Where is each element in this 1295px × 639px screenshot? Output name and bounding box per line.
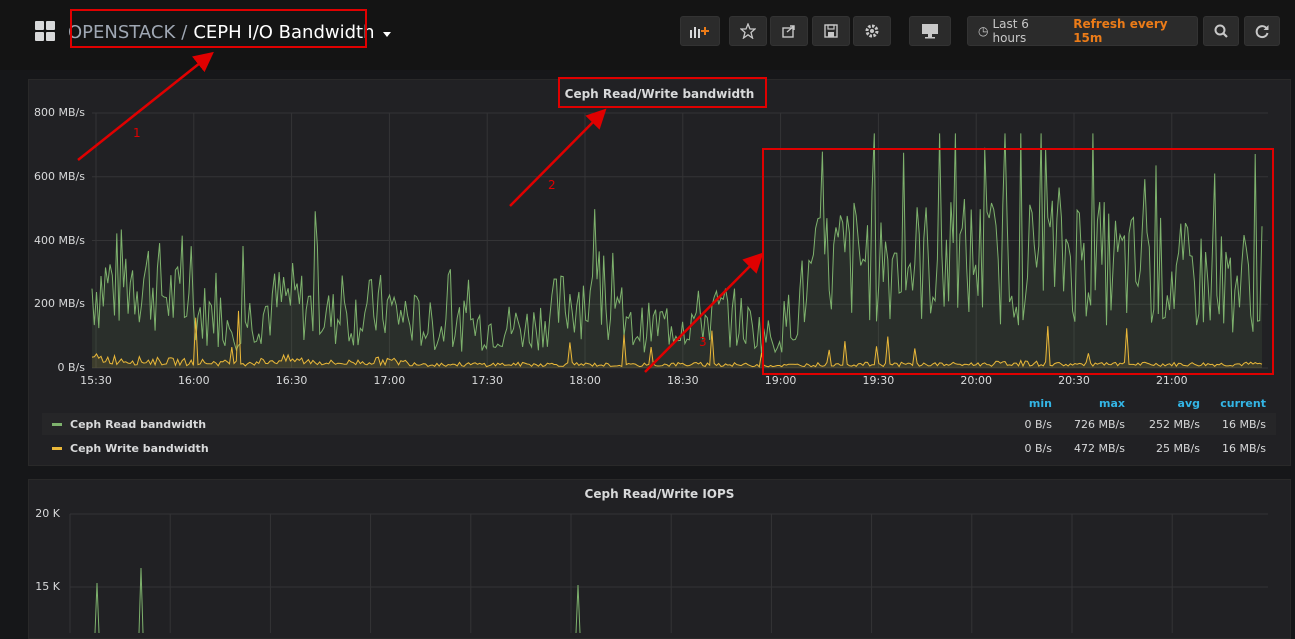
save-dashboard-button[interactable] xyxy=(812,16,850,46)
chevron-down-icon[interactable] xyxy=(382,31,391,37)
tv-mode-button[interactable] xyxy=(909,16,951,46)
add-panel-icon xyxy=(690,27,709,38)
legend-row-write[interactable]: Ceph Write bandwidth 0 B/s 472 MB/s 25 M… xyxy=(42,437,1276,459)
y-tick-label: 400 MB/s xyxy=(34,233,85,247)
legend-avg: 25 MB/s xyxy=(1156,441,1200,455)
gear-icon xyxy=(865,24,879,38)
x-tick-label: 21:00 xyxy=(1155,374,1188,387)
dashboards-grid-icon[interactable] xyxy=(35,21,55,41)
x-tick-label: 20:00 xyxy=(960,374,993,387)
read-series-swatch[interactable] xyxy=(52,422,62,426)
star-icon xyxy=(740,23,756,39)
zoom-out-button[interactable] xyxy=(1203,16,1239,46)
search-icon xyxy=(1214,24,1228,38)
star-button[interactable] xyxy=(729,16,767,46)
clock-icon: ◷ xyxy=(978,24,989,38)
x-tick-label: 19:00 xyxy=(764,374,797,387)
y-tick-label: 600 MB/s xyxy=(34,169,85,183)
legend-series-name[interactable]: Ceph Write bandwidth xyxy=(70,442,209,455)
x-tick-label: 16:30 xyxy=(275,374,308,387)
time-range-picker[interactable]: ◷ Last 6 hours Refresh every 15m xyxy=(967,16,1198,46)
legend-header-max[interactable]: max xyxy=(1085,397,1125,410)
legend-avg: 252 MB/s xyxy=(1149,417,1200,431)
write-series-swatch[interactable] xyxy=(52,446,62,450)
save-icon xyxy=(824,24,838,38)
annotation-box-region xyxy=(762,148,1274,375)
y-tick-label: 200 MB/s xyxy=(34,297,85,311)
y-tick-label: 15 K xyxy=(35,580,60,593)
x-tick-label: 20:30 xyxy=(1058,374,1090,387)
legend-current: 16 MB/s xyxy=(1222,417,1266,431)
refresh-button[interactable] xyxy=(1244,16,1280,46)
legend-series-name[interactable]: Ceph Read bandwidth xyxy=(70,418,206,431)
legend-header-avg[interactable]: avg xyxy=(1160,397,1200,410)
legend-min: 0 B/s xyxy=(1024,441,1052,455)
refresh-icon xyxy=(1255,25,1269,39)
x-tick-label: 16:00 xyxy=(177,374,210,387)
legend-max: 472 MB/s xyxy=(1074,441,1125,455)
x-tick-label: 17:00 xyxy=(373,374,406,387)
add-panel-button[interactable] xyxy=(680,16,720,46)
y-tick-label: 0 B/s xyxy=(57,361,85,374)
monitor-icon xyxy=(922,24,938,39)
settings-button[interactable] xyxy=(853,16,891,46)
x-tick-label: 15:30 xyxy=(80,374,112,387)
annotation-label: 3 xyxy=(699,335,707,349)
legend-header-min[interactable]: min xyxy=(1012,397,1052,410)
refresh-interval-label: Refresh every 15m xyxy=(1073,17,1168,45)
panel-title[interactable]: Ceph Read/Write IOPS xyxy=(29,487,1290,501)
legend-current: 16 MB/s xyxy=(1222,441,1266,455)
legend-header-current[interactable]: current xyxy=(1216,397,1266,410)
legend-min: 0 B/s xyxy=(1024,417,1052,431)
iops-panel: Ceph Read/Write IOPS xyxy=(28,479,1291,639)
share-button[interactable] xyxy=(770,16,808,46)
annotation-box-panel-title xyxy=(558,77,767,108)
time-range-label: Last 6 hours xyxy=(992,17,1029,45)
legend-row-read[interactable]: Ceph Read bandwidth 0 B/s 726 MB/s 252 M… xyxy=(42,413,1276,435)
annotation-box-title xyxy=(70,9,367,48)
y-tick-label: 20 K xyxy=(35,507,60,520)
share-icon xyxy=(782,25,795,38)
x-tick-label: 17:30 xyxy=(471,374,504,387)
x-tick-label: 18:00 xyxy=(569,374,601,387)
y-tick-label: 800 MB/s xyxy=(34,106,85,119)
annotation-label: 2 xyxy=(548,178,556,192)
x-tick-label: 19:30 xyxy=(862,374,895,387)
legend-max: 726 MB/s xyxy=(1074,417,1125,431)
annotation-label: 1 xyxy=(133,126,141,140)
x-tick-label: 18:30 xyxy=(666,374,699,387)
